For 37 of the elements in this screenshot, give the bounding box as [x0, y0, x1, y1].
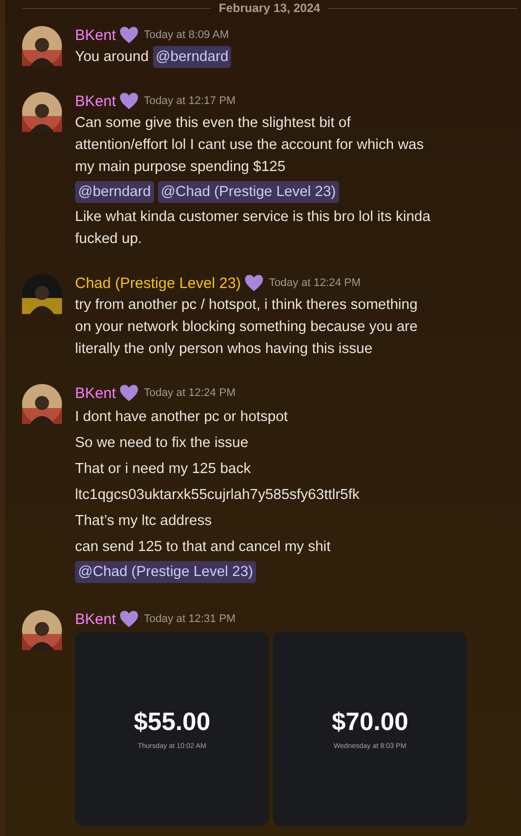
- message-text: can send 125 to that and cancel my shit: [75, 538, 332, 557]
- avatar[interactable]: [22, 384, 62, 424]
- date-divider: February 13, 2024: [218, 1, 320, 15]
- avatar[interactable]: [22, 274, 62, 314]
- message-text: Like what kinda customer service is this bro lol its kinda fucked up.: [75, 208, 432, 249]
- avatar[interactable]: [22, 610, 62, 650]
- heart-icon: [118, 26, 139, 44]
- mention[interactable]: @Chad (Prestige Level 23): [75, 561, 256, 583]
- mention[interactable]: @Chad (Prestige Level 23): [158, 181, 339, 203]
- heart-icon: [118, 610, 139, 628]
- message-text: So we need to fix the issue: [75, 434, 250, 453]
- author-name[interactable]: BKent: [75, 92, 116, 110]
- message-text: That’s my ltc address: [75, 512, 213, 531]
- timestamp: Today at 8:09 AM: [144, 29, 229, 41]
- message-text: I dont have another pc or hotspot: [75, 408, 289, 427]
- heart-icon: [118, 384, 139, 402]
- timestamp: Today at 12:24 PM: [268, 277, 361, 289]
- message-text: ltc1qgcs03uktarxk55cujrlah7y585sfy63ttlr5fk: [75, 486, 361, 505]
- mention[interactable]: @berndard: [75, 181, 154, 203]
- timestamp: Today at 12:24 PM: [144, 387, 236, 399]
- author-name[interactable]: BKent: [75, 26, 116, 44]
- author-name[interactable]: Chad (Prestige Level 23): [75, 274, 241, 292]
- message-text: You around: [75, 48, 149, 67]
- mention[interactable]: @berndard: [152, 46, 232, 68]
- payment-amount: $70.00: [332, 708, 408, 737]
- message-text: try from another pc / hotspot, i think theres something on your network blocking something because you are literally the only person whos having this issue: [75, 296, 419, 359]
- heart-icon: [118, 92, 139, 110]
- message-text: Can some give this even the slightest bit of attention/effort lol I cant use the account for which was my main purpose spending $125: [75, 114, 425, 177]
- message-text: That or i need my 125 back: [75, 460, 252, 479]
- timestamp: Today at 12:17 PM: [144, 95, 236, 107]
- heart-icon: [244, 274, 264, 292]
- payment-amount: $55.00: [134, 708, 210, 737]
- author-name[interactable]: BKent: [75, 384, 116, 402]
- author-name[interactable]: BKent: [75, 610, 116, 628]
- avatar[interactable]: [22, 92, 62, 132]
- avatar[interactable]: [22, 26, 62, 66]
- timestamp: Today at 12:31 PM: [144, 613, 236, 625]
